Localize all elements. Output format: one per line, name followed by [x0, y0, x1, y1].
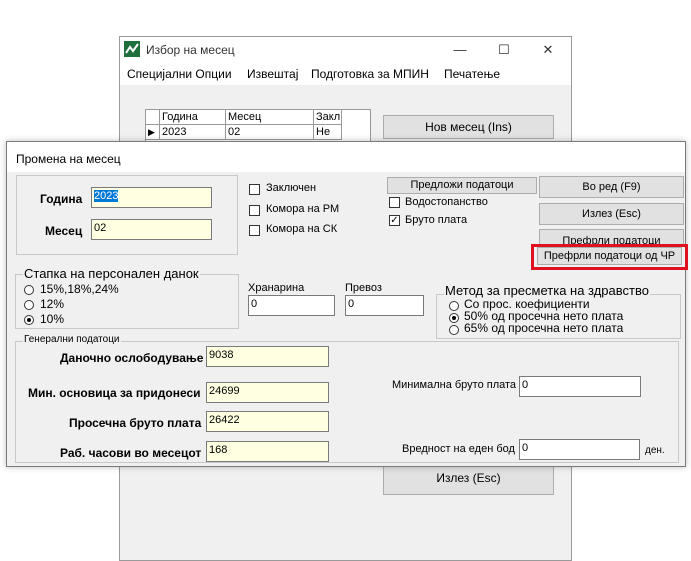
- health-method-radio-1[interactable]: [449, 301, 459, 311]
- dialog-title: Промена на месец: [16, 152, 121, 166]
- point-value-label: Вредност на еден бод: [402, 443, 515, 455]
- health-method-radio-3[interactable]: [449, 325, 459, 335]
- grid-cell-locked[interactable]: Не: [314, 125, 342, 140]
- suggest-data-button[interactable]: Предложи податоци: [387, 177, 537, 194]
- dialog-title-bar: Промена на месец: [7, 142, 685, 172]
- tax-rate-option-2: 12%: [40, 297, 65, 311]
- suggest-data-button-label: Предложи податоци: [410, 179, 514, 191]
- change-month-dialog: Промена на месец Година 2023 Месец 02 За…: [6, 141, 686, 467]
- tax-relief-label: Даночно ослободување: [60, 351, 204, 365]
- month-input[interactable]: 02: [91, 219, 212, 240]
- chamber-sk-label: Комора на СК: [266, 223, 338, 235]
- minimize-icon[interactable]: —: [438, 37, 482, 63]
- menu-special-options[interactable]: Специјални Опции: [127, 67, 232, 81]
- meal-input[interactable]: 0: [248, 295, 335, 316]
- tax-rate-option-3: 10%: [40, 312, 65, 326]
- window-title: Избор на месец: [146, 43, 235, 57]
- menu-mpin[interactable]: Подготовка за МПИН: [311, 67, 429, 81]
- month-label: Месец: [45, 224, 83, 238]
- highlight-box: [531, 244, 688, 270]
- locked-label: Заключен: [266, 182, 317, 194]
- grid-cell-month[interactable]: 02: [226, 125, 314, 140]
- tax-rate-radio-1[interactable]: [24, 285, 34, 295]
- menu-print[interactable]: Печатење: [444, 67, 500, 81]
- grid-corner: [146, 110, 160, 125]
- menu-report[interactable]: Извештај: [247, 67, 298, 81]
- health-method-option-3: 65% од просечна нето плата: [464, 321, 624, 335]
- maximize-icon[interactable]: ☐: [482, 37, 526, 63]
- gross-checkbox[interactable]: ✓: [389, 215, 400, 226]
- title-bar: Избор на месец — ☐ ✕: [120, 37, 571, 63]
- gross-label: Бруто плата: [405, 214, 468, 226]
- year-value: 2023: [94, 190, 119, 202]
- ok-button[interactable]: Во ред (F9): [539, 176, 684, 198]
- hours-input[interactable]: 168: [206, 441, 329, 462]
- avg-gross-label: Просечна бруто плата: [69, 416, 202, 430]
- point-unit-label: ден.: [645, 445, 665, 456]
- app-icon: [124, 41, 140, 57]
- menu-bar: Специјални Опции Извештај Подготовка за …: [120, 63, 571, 85]
- transport-input[interactable]: 0: [345, 295, 424, 316]
- tax-rate-group-title: Стапка на персонален данок: [23, 266, 200, 281]
- hours-label: Раб. часови во месецот: [60, 446, 202, 460]
- months-grid[interactable]: Година Месец Закл ▶ 2023 02 Не: [145, 109, 371, 143]
- transport-label: Превоз: [345, 282, 382, 294]
- tax-rate-option-1: 15%,18%,24%: [40, 282, 119, 296]
- chamber-sk-checkbox[interactable]: [249, 225, 260, 236]
- water-label: Водостопанство: [405, 196, 488, 208]
- exit-button-label: Излез (Esc): [582, 208, 641, 220]
- new-month-button-label: Нов месец (Ins): [425, 120, 512, 134]
- year-input[interactable]: 2023: [91, 187, 212, 208]
- grid-header-locked[interactable]: Закл: [314, 110, 342, 125]
- health-method-group-title: Метод за пресметка на здравство: [444, 283, 650, 298]
- tax-relief-input[interactable]: 9038: [206, 346, 329, 367]
- grid-header-month[interactable]: Месец: [226, 110, 314, 125]
- locked-checkbox[interactable]: [249, 184, 260, 195]
- ok-button-label: Во ред (F9): [582, 181, 641, 193]
- min-base-input[interactable]: 24699: [206, 382, 329, 403]
- point-value-input[interactable]: 0: [519, 439, 640, 460]
- new-month-button[interactable]: Нов месец (Ins): [383, 115, 554, 139]
- chamber-rm-label: Комора на РМ: [266, 203, 340, 215]
- chamber-rm-checkbox[interactable]: [249, 205, 260, 216]
- avg-gross-input[interactable]: 26422: [206, 411, 329, 432]
- exit-button[interactable]: Излез (Esc): [539, 203, 684, 225]
- grid-header-year[interactable]: Година: [160, 110, 226, 125]
- tax-rate-radio-3[interactable]: [24, 315, 34, 325]
- min-base-label: Мин. основица за придонеси: [28, 386, 201, 400]
- close-icon[interactable]: ✕: [526, 37, 570, 63]
- meal-label: Хранарина: [248, 282, 305, 294]
- tax-rate-radio-2[interactable]: [24, 300, 34, 310]
- min-gross-input[interactable]: 0: [519, 376, 641, 397]
- general-data-group-title: Генерални податоци: [23, 334, 121, 345]
- year-label: Година: [40, 192, 83, 206]
- row-pointer-icon: ▶: [146, 125, 160, 140]
- grid-cell-year[interactable]: 2023: [160, 125, 226, 140]
- min-gross-label: Минимална бруто плата: [392, 379, 517, 391]
- health-method-radio-2[interactable]: [449, 313, 459, 323]
- water-checkbox[interactable]: [389, 197, 400, 208]
